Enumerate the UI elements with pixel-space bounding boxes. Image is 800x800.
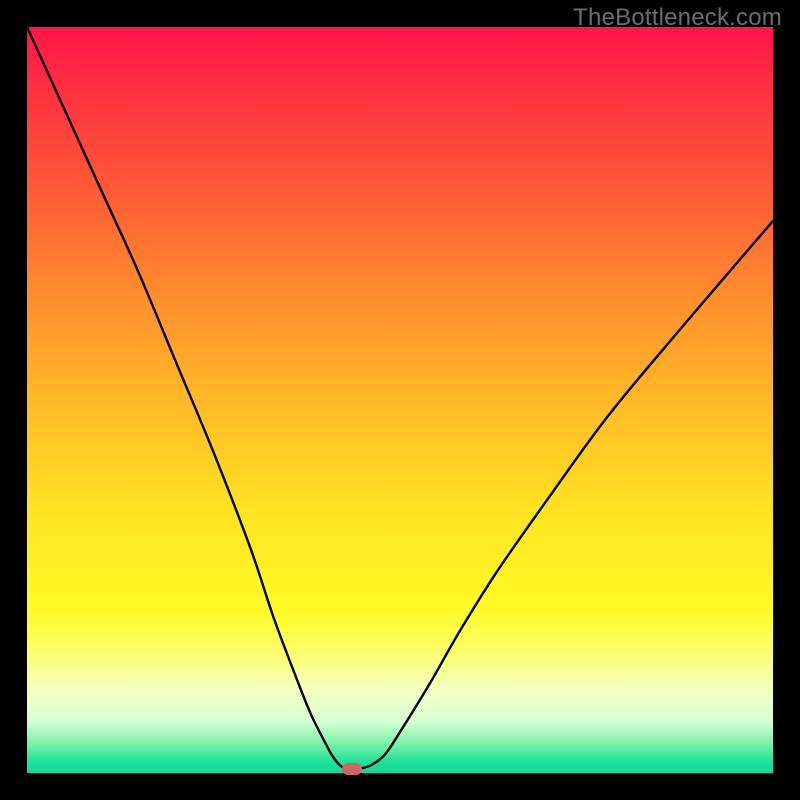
watermark-text: TheBottleneck.com: [573, 4, 782, 32]
bottleneck-curve: [27, 27, 773, 773]
plot-area: [27, 27, 773, 773]
chart-frame: TheBottleneck.com: [0, 0, 800, 800]
optimal-point-marker: [342, 763, 362, 775]
